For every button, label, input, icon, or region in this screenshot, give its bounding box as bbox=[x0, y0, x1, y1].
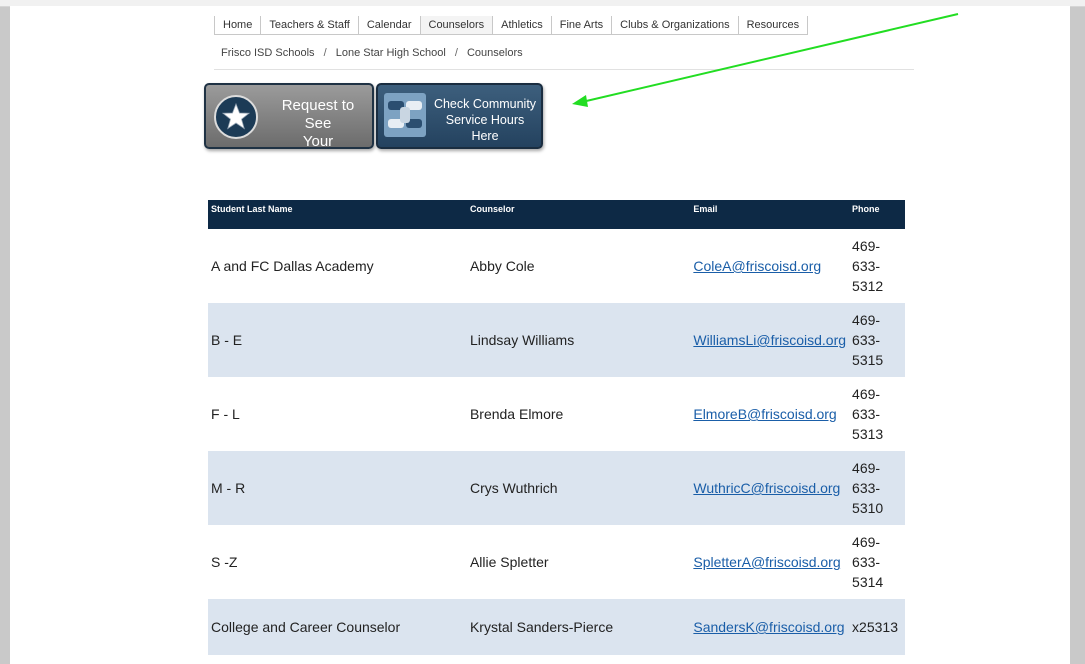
email-link[interactable]: SpletterA@friscoisd.org bbox=[693, 554, 840, 570]
phone-part: 5315 bbox=[852, 352, 884, 368]
request-label-line2: Your Counselor bbox=[302, 133, 334, 149]
phone-number: 469- 633- 5312 bbox=[849, 229, 905, 303]
tab-clubs-organizations[interactable]: Clubs & Organizations bbox=[612, 16, 739, 34]
counselor-table: Student Last Name Counselor Email Phone … bbox=[208, 200, 905, 655]
phone-part: 5313 bbox=[852, 426, 884, 442]
breadcrumb-link-frisco-isd[interactable]: Frisco ISD Schools bbox=[221, 47, 315, 59]
phone-part: 469- bbox=[852, 312, 881, 328]
table-header-row: Student Last Name Counselor Email Phone bbox=[208, 200, 905, 229]
tab-home[interactable]: Home bbox=[215, 16, 262, 34]
header-student-last-name: Student Last Name bbox=[208, 200, 467, 229]
tab-counselors[interactable]: Counselors bbox=[420, 16, 494, 34]
community-service-button[interactable]: Check Community Service Hours Here bbox=[376, 83, 543, 149]
tab-calendar[interactable]: Calendar bbox=[359, 16, 421, 34]
email-link[interactable]: ElmoreB@friscoisd.org bbox=[693, 406, 836, 422]
student-range: B - E bbox=[208, 303, 467, 377]
email-link[interactable]: WuthricC@friscoisd.org bbox=[693, 480, 840, 496]
tab-teachers-staff[interactable]: Teachers & Staff bbox=[261, 16, 359, 34]
tab-athletics[interactable]: Athletics bbox=[493, 16, 552, 34]
student-range: S -Z bbox=[208, 525, 467, 599]
phone-part: 5310 bbox=[852, 500, 884, 516]
phone-number: 469- 633- 5315 bbox=[849, 303, 905, 377]
phone-part: 633- bbox=[852, 258, 881, 274]
phone-part: 633- bbox=[852, 480, 881, 496]
breadcrumb-separator: / bbox=[323, 47, 327, 59]
breadcrumb-link-lone-star[interactable]: Lone Star High School bbox=[336, 47, 446, 59]
phone-number: 469- 633- 5313 bbox=[849, 377, 905, 451]
hands-icon bbox=[384, 93, 426, 137]
table-row: F - L Brenda Elmore ElmoreB@friscoisd.or… bbox=[208, 377, 905, 451]
phone-part: 469- bbox=[852, 386, 881, 402]
counselor-name: Krystal Sanders-Pierce bbox=[466, 599, 691, 655]
counselor-name: Lindsay Williams bbox=[466, 303, 691, 377]
service-label-line2: Service Hours Here bbox=[445, 113, 525, 143]
request-label-line1: Request to See bbox=[281, 97, 355, 132]
student-range: M - R bbox=[208, 451, 467, 525]
header-email: Email bbox=[690, 200, 850, 229]
phone-part: 469- bbox=[852, 534, 881, 550]
request-counselor-label: Request to See Your Counselor bbox=[268, 97, 368, 149]
community-service-label: Check Community Service Hours Here bbox=[432, 96, 538, 144]
breadcrumb-separator: / bbox=[454, 47, 458, 59]
phone-number: 469- 633- 5314 bbox=[849, 525, 905, 599]
counselor-name: Allie Spletter bbox=[466, 525, 691, 599]
student-range: A and FC Dallas Academy bbox=[208, 229, 467, 303]
phone-part: 5312 bbox=[852, 278, 884, 294]
table-row: B - E Lindsay Williams WilliamsLi@frisco… bbox=[208, 303, 905, 377]
star-logo-icon bbox=[214, 95, 258, 139]
phone-part: 633- bbox=[852, 332, 881, 348]
counselor-name: Crys Wuthrich bbox=[466, 451, 691, 525]
phone-part: x25313 bbox=[852, 619, 898, 635]
table-row: S -Z Allie Spletter SpletterA@friscoisd.… bbox=[208, 525, 905, 599]
counselor-name: Brenda Elmore bbox=[466, 377, 691, 451]
student-range: College and Career Counselor bbox=[208, 599, 467, 655]
table-row: College and Career Counselor Krystal San… bbox=[208, 599, 905, 655]
main-nav: Home Teachers & Staff Calendar Counselor… bbox=[214, 16, 809, 35]
divider bbox=[214, 69, 914, 70]
phone-number: x25313 bbox=[849, 599, 905, 655]
service-label-line1: Check Community bbox=[433, 97, 537, 111]
table-row: A and FC Dallas Academy Abby Cole ColeA@… bbox=[208, 229, 905, 303]
phone-part: 469- bbox=[852, 238, 881, 254]
header-phone: Phone bbox=[849, 200, 905, 229]
table-row: M - R Crys Wuthrich WuthricC@friscoisd.o… bbox=[208, 451, 905, 525]
phone-part: 469- bbox=[852, 460, 881, 476]
header-counselor: Counselor bbox=[466, 200, 691, 229]
email-link[interactable]: SandersK@friscoisd.org bbox=[693, 619, 844, 635]
student-range: F - L bbox=[208, 377, 467, 451]
phone-part: 633- bbox=[852, 406, 881, 422]
phone-number: 469- 633- 5310 bbox=[849, 451, 905, 525]
tab-resources[interactable]: Resources bbox=[739, 16, 808, 34]
tab-fine-arts[interactable]: Fine Arts bbox=[552, 16, 613, 34]
breadcrumb-current: Counselors bbox=[466, 47, 523, 59]
phone-part: 633- bbox=[852, 554, 881, 570]
email-link[interactable]: ColeA@friscoisd.org bbox=[693, 258, 821, 274]
counselor-name: Abby Cole bbox=[466, 229, 691, 303]
email-link[interactable]: WilliamsLi@friscoisd.org bbox=[693, 332, 846, 348]
phone-part: 5314 bbox=[852, 574, 884, 590]
request-counselor-button[interactable]: Request to See Your Counselor bbox=[204, 83, 374, 149]
breadcrumb: Frisco ISD Schools / Lone Star High Scho… bbox=[221, 47, 523, 59]
